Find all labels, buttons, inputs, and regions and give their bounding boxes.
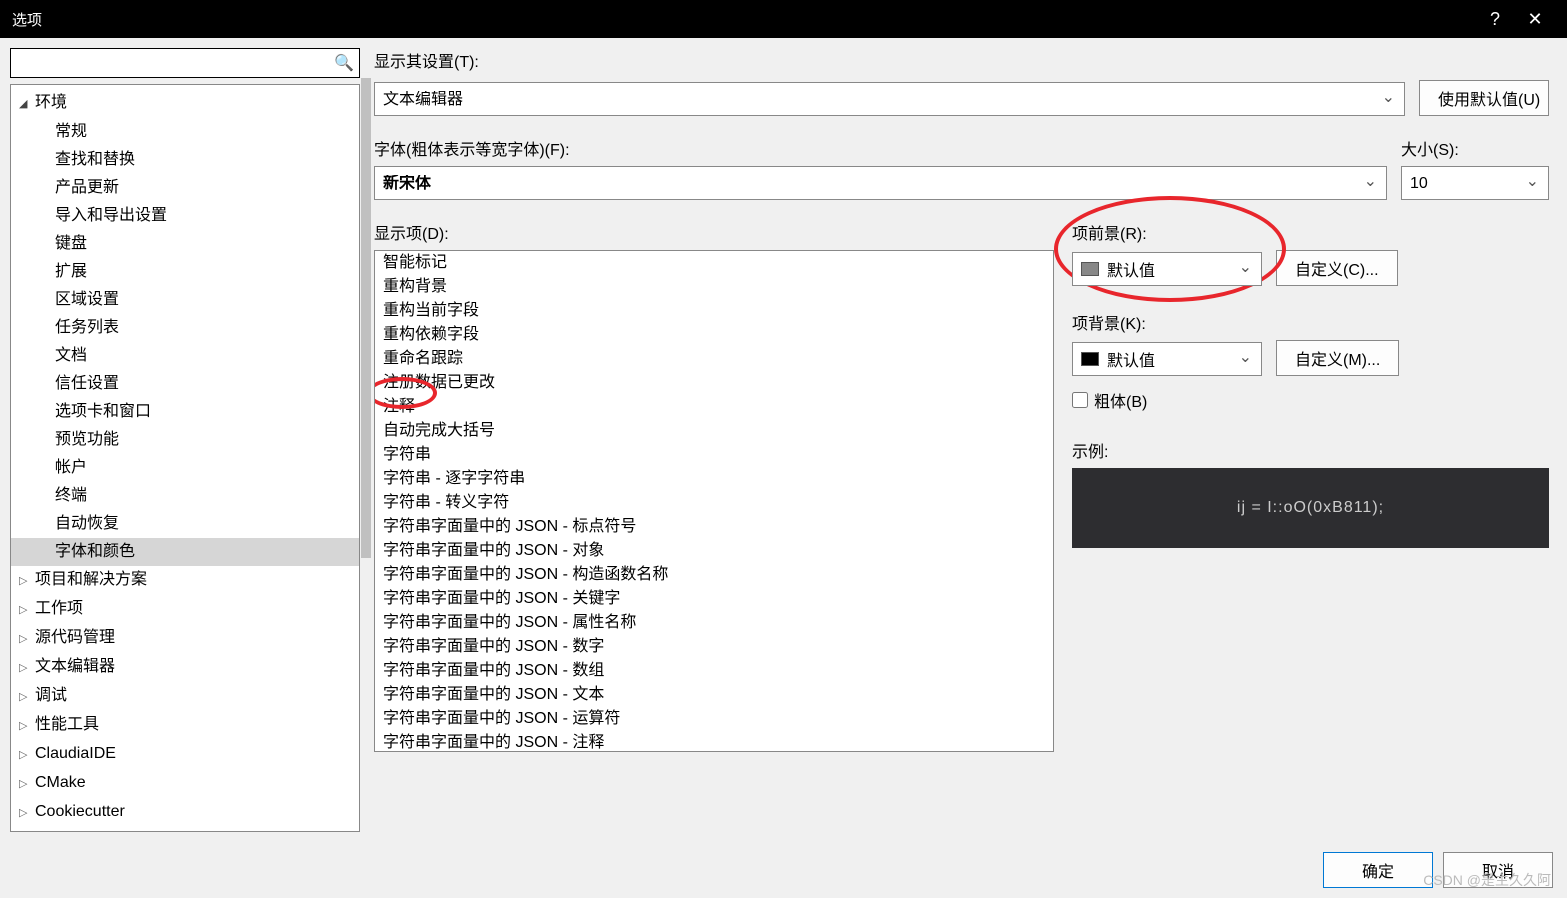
background-swatch <box>1081 352 1099 366</box>
tree-item[interactable]: 工作项 <box>11 595 359 624</box>
tree-item[interactable]: 自动恢复 <box>11 510 359 538</box>
tree-item[interactable]: 预览功能 <box>11 426 359 454</box>
tree-item[interactable]: 环境 <box>11 89 359 118</box>
display-list-item[interactable]: 字符串字面量中的 JSON - 对象 <box>375 539 1053 563</box>
item-background-label: 项背景(K): <box>1072 310 1549 334</box>
search-wrap: 🔍 <box>10 48 360 78</box>
tree-item[interactable]: 常规 <box>11 118 359 146</box>
display-list-item[interactable]: 字符串字面量中的 JSON - 标点符号 <box>375 515 1053 539</box>
font-label: 字体(粗体表示等宽字体)(F): <box>374 136 1387 160</box>
tree-item[interactable]: 调试 <box>11 682 359 711</box>
close-button[interactable]: ✕ <box>1515 0 1555 38</box>
display-list-item[interactable]: 字符串字面量中的 JSON - 构造函数名称 <box>375 563 1053 587</box>
display-list-item[interactable]: 字符串 - 逐字字符串 <box>375 467 1053 491</box>
tree-item[interactable]: 查找和替换 <box>11 146 359 174</box>
size-select[interactable]: 10 <box>1401 166 1549 200</box>
display-list-item[interactable]: 重命名跟踪 <box>375 347 1053 371</box>
tree-item[interactable]: 键盘 <box>11 230 359 258</box>
search-input[interactable] <box>10 48 360 78</box>
tree-item[interactable]: 项目和解决方案 <box>11 566 359 595</box>
tree-item[interactable]: CMake <box>11 769 359 798</box>
size-label: 大小(S): <box>1401 136 1549 160</box>
foreground-custom-button[interactable]: 自定义(C)... <box>1276 250 1398 286</box>
display-list-item[interactable]: 字符串字面量中的 JSON - 注释 <box>375 731 1053 752</box>
font-select[interactable]: 新宋体 <box>374 166 1387 200</box>
category-tree[interactable]: 环境常规查找和替换产品更新导入和导出设置键盘扩展区域设置任务列表文档信任设置选项… <box>10 84 360 832</box>
use-defaults-button[interactable]: 使用默认值(U) <box>1419 80 1549 116</box>
display-items-list[interactable]: 智能标记重构背景重构当前字段重构依赖字段重命名跟踪注册数据已更改注释自动完成大括… <box>374 250 1054 752</box>
window-title: 选项 <box>12 9 1475 30</box>
display-list-item[interactable]: 注册数据已更改 <box>375 371 1053 395</box>
tree-item[interactable]: 文本编辑器 <box>11 653 359 682</box>
background-custom-button[interactable]: 自定义(M)... <box>1276 340 1399 376</box>
sample-label: 示例: <box>1072 438 1549 462</box>
item-background-select[interactable]: 默认值 <box>1072 342 1262 376</box>
display-list-item[interactable]: 字符串 <box>375 443 1053 467</box>
tree-item[interactable]: 区域设置 <box>11 286 359 314</box>
bold-label: 粗体(B) <box>1094 388 1147 412</box>
display-list-item[interactable]: 字符串字面量中的 JSON - 关键字 <box>375 587 1053 611</box>
display-list-item[interactable]: 字符串字面量中的 JSON - 属性名称 <box>375 611 1053 635</box>
watermark: CSDN @是主久久阿 <box>1423 870 1551 890</box>
tree-item[interactable]: 字体和颜色 <box>11 538 359 566</box>
display-list-item[interactable]: 字符串字面量中的 JSON - 数字 <box>375 635 1053 659</box>
left-panel: 🔍 环境常规查找和替换产品更新导入和导出设置键盘扩展区域设置任务列表文档信任设置… <box>10 48 360 832</box>
item-foreground-label: 项前景(R): <box>1072 220 1549 244</box>
dialog-footer: 确定 取消 <box>0 842 1567 898</box>
display-list-item[interactable]: 重构当前字段 <box>375 299 1053 323</box>
display-list-item[interactable]: 字符串 - 转义字符 <box>375 491 1053 515</box>
display-list-item[interactable]: 自动完成大括号 <box>375 419 1053 443</box>
scrollbar-thumb[interactable] <box>361 78 371 558</box>
help-button[interactable]: ? <box>1475 0 1515 38</box>
display-list-item[interactable]: 重构背景 <box>375 275 1053 299</box>
tree-item[interactable]: Cookiecutter <box>11 798 359 827</box>
display-items-label: 显示项(D): <box>374 220 1054 244</box>
tree-item[interactable]: 源代码管理 <box>11 624 359 653</box>
tree-item[interactable]: 任务列表 <box>11 314 359 342</box>
titlebar: 选项 ? ✕ <box>0 0 1567 38</box>
display-list-item[interactable]: 字符串字面量中的 JSON - 文本 <box>375 683 1053 707</box>
sample-text: ij = I::oO(0xB811); <box>1237 499 1384 517</box>
tree-item[interactable]: 终端 <box>11 482 359 510</box>
display-list-item[interactable]: 重构依赖字段 <box>375 323 1053 347</box>
item-foreground-select[interactable]: 默认值 <box>1072 252 1262 286</box>
foreground-swatch <box>1081 262 1099 276</box>
main-content: 🔍 环境常规查找和替换产品更新导入和导出设置键盘扩展区域设置任务列表文档信任设置… <box>0 38 1567 842</box>
display-list-item[interactable]: 注释 <box>375 395 1053 419</box>
show-settings-select[interactable]: 文本编辑器 <box>374 82 1405 116</box>
tree-item[interactable]: 帐户 <box>11 454 359 482</box>
display-list-item[interactable]: 智能标记 <box>375 251 1053 275</box>
bold-checkbox[interactable] <box>1072 392 1088 408</box>
search-icon: 🔍 <box>334 53 354 73</box>
show-settings-label: 显示其设置(T): <box>374 48 1549 72</box>
sample-preview: ij = I::oO(0xB811); <box>1072 468 1549 548</box>
display-list-item[interactable]: 字符串字面量中的 JSON - 运算符 <box>375 707 1053 731</box>
tree-item[interactable]: 选项卡和窗口 <box>11 398 359 426</box>
tree-item[interactable]: 扩展 <box>11 258 359 286</box>
ok-button[interactable]: 确定 <box>1323 852 1433 888</box>
tree-item[interactable]: 导入和导出设置 <box>11 202 359 230</box>
tree-item[interactable]: 性能工具 <box>11 711 359 740</box>
tree-item[interactable]: 信任设置 <box>11 370 359 398</box>
tree-item[interactable]: 产品更新 <box>11 174 359 202</box>
tree-item[interactable]: IntelliCode <box>11 827 359 832</box>
tree-item[interactable]: 文档 <box>11 342 359 370</box>
display-list-item[interactable]: 字符串字面量中的 JSON - 数组 <box>375 659 1053 683</box>
tree-item[interactable]: ClaudiaIDE <box>11 740 359 769</box>
settings-panel: 显示其设置(T): 文本编辑器 使用默认值(U) 字体(粗体表示等宽字体)(F)… <box>374 48 1557 832</box>
